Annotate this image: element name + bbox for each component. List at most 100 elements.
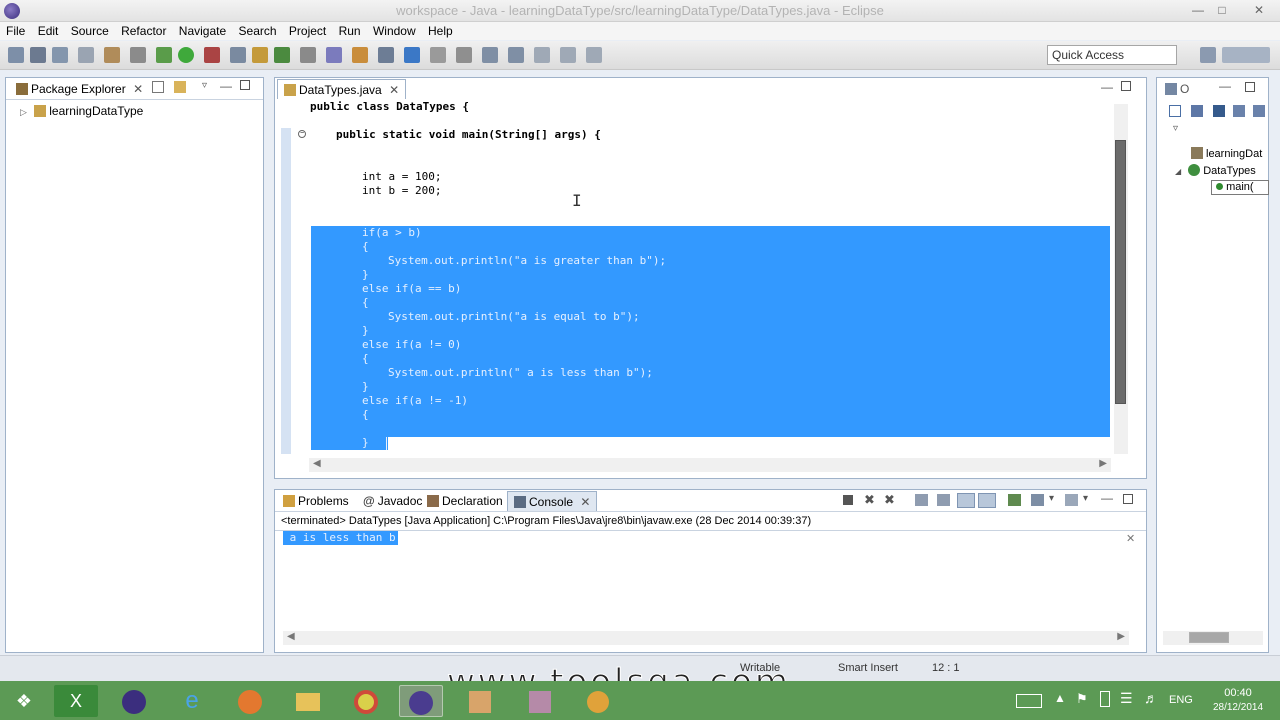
firefox-icon[interactable] [228,685,272,717]
menu-file[interactable]: File [6,22,25,40]
scroll-left-icon[interactable]: ◀ [313,458,321,469]
minimize-view-icon[interactable]: — [1101,80,1113,94]
collapse-all-icon[interactable] [152,81,164,93]
console-horizontal-scrollbar[interactable]: ◀ ▶ [283,631,1129,645]
print-icon[interactable] [78,47,94,63]
editor-vertical-scrollbar[interactable] [1114,104,1128,454]
chrome-icon[interactable] [344,685,388,717]
menu-run[interactable]: Run [339,22,361,40]
build-icon[interactable] [104,47,120,63]
excel-icon[interactable]: X [54,685,98,717]
menu-project[interactable]: Project [289,22,326,40]
volume-icon[interactable]: ♬ [1144,690,1158,706]
maximize-view-icon[interactable] [240,80,250,90]
link-editor-icon[interactable] [174,81,186,93]
java-perspective-icon[interactable] [1222,47,1270,63]
run-icon[interactable] [178,47,194,63]
editor-horizontal-scrollbar[interactable]: ◀ ▶ [309,458,1111,472]
clear-console-icon[interactable] [937,494,950,506]
internet-explorer-icon[interactable]: e [170,685,214,717]
show-hidden-icons-icon[interactable]: ▲ [1054,691,1066,705]
outline-item-method[interactable]: main( [1211,180,1269,195]
scroll-lock-icon[interactable] [915,494,928,506]
next-annotation-icon[interactable] [482,47,498,63]
fold-icon[interactable]: − [298,130,306,138]
tab-console[interactable]: Console ✕ [507,491,598,511]
hide-static-icon[interactable] [1233,105,1245,117]
tab-problems[interactable]: Problems [277,491,355,511]
back-icon[interactable] [560,47,576,63]
close-window-icon[interactable]: ✕ [1243,2,1275,19]
annotation-icon[interactable] [378,47,394,63]
open-console-icon[interactable] [1008,494,1021,506]
quick-access-input[interactable]: Quick Access [1047,45,1177,65]
menu-search[interactable]: Search [239,22,277,40]
dropdown-icon[interactable]: ▾ [1083,493,1088,504]
new-java-project-icon[interactable] [230,47,246,63]
code-line-brace[interactable]: } [362,436,369,450]
scroll-up-icon[interactable]: ✕ [1126,532,1135,545]
tab-declaration[interactable]: Declaration [421,491,509,511]
menu-help[interactable]: Help [428,22,453,40]
network-icon[interactable]: ☰ [1120,690,1133,707]
minimize-icon[interactable]: — [1186,2,1210,19]
scroll-left-icon[interactable]: ◀ [287,631,295,642]
debug-icon[interactable] [156,47,172,63]
flower-app-icon[interactable] [576,685,620,717]
code-line-if4[interactable]: else if(a != -1) [362,394,468,408]
code-line-brace[interactable]: } [362,380,369,394]
code-line-brace[interactable]: { [362,240,369,254]
scroll-right-icon[interactable]: ▶ [1117,631,1125,642]
code-line-main[interactable]: public static void main(String[] args) { [336,128,601,142]
maximize-view-icon[interactable] [1245,82,1255,92]
code-line-if3[interactable]: else if(a != 0) [362,338,461,352]
close-icon[interactable]: ✕ [133,82,143,96]
expand-arrow-icon[interactable]: ◢ [1175,167,1181,176]
tab-datatypes-java[interactable]: DataTypes.java ✕ [277,79,407,99]
word-wrap-icon[interactable] [957,493,975,508]
clock-time[interactable]: 00:40 [1218,687,1258,699]
dropdown-icon[interactable]: ▾ [1049,493,1054,504]
windows-start-icon[interactable]: ❖ [2,685,46,717]
mark-occurrences-icon[interactable] [404,47,420,63]
code-line-int-a[interactable]: int a = 100; [362,170,441,184]
code-line-brace[interactable]: } [362,268,369,282]
outline-horizontal-scrollbar[interactable] [1163,631,1263,645]
menu-source[interactable]: Source [71,22,109,40]
remove-launch-icon[interactable]: ✖ [864,492,875,508]
scroll-right-icon[interactable]: ▶ [1099,458,1107,469]
menu-refactor[interactable]: Refactor [121,22,166,40]
paint-icon[interactable] [458,685,502,717]
view-menu-icon[interactable]: ▿ [1173,123,1178,134]
minimize-view-icon[interactable]: — [1219,79,1231,93]
minimize-view-icon[interactable]: — [1101,491,1113,505]
new-class-icon[interactable] [274,47,290,63]
pin-console-icon[interactable] [978,493,996,508]
external-tools-icon[interactable] [204,47,220,63]
block-selection-icon[interactable] [456,47,472,63]
scroll-thumb[interactable] [1189,632,1229,643]
tab-package-explorer[interactable]: Package Explorer ✕ [10,79,150,99]
forward-icon[interactable] [586,47,602,63]
save-all-icon[interactable] [52,47,68,63]
outline-item-class[interactable]: ◢ DataTypes [1175,164,1256,177]
previous-annotation-icon[interactable] [508,47,524,63]
file-explorer-icon[interactable] [286,685,330,717]
code-line-if2[interactable]: else if(a == b) [362,282,461,296]
code-line-brace[interactable]: { [362,352,369,366]
new-package-icon[interactable] [252,47,268,63]
search-icon[interactable] [326,47,342,63]
open-perspective-icon[interactable] [1200,47,1216,63]
maximize-view-icon[interactable] [1121,81,1131,91]
remove-all-icon[interactable]: ✖ [884,492,895,508]
maximize-icon[interactable]: □ [1210,2,1234,19]
code-line-brace[interactable]: { [362,296,369,310]
hide-nonpublic-icon[interactable] [1253,105,1265,117]
menu-navigate[interactable]: Navigate [179,22,226,40]
hide-fields-icon[interactable] [1213,105,1225,117]
code-line-brace[interactable]: } [362,324,369,338]
expand-arrow-icon[interactable]: ▷ [20,107,27,117]
menu-window[interactable]: Window [373,22,416,40]
app-icon[interactable] [518,685,562,717]
code-line-print1[interactable]: System.out.println("a is greater than b"… [388,254,666,268]
